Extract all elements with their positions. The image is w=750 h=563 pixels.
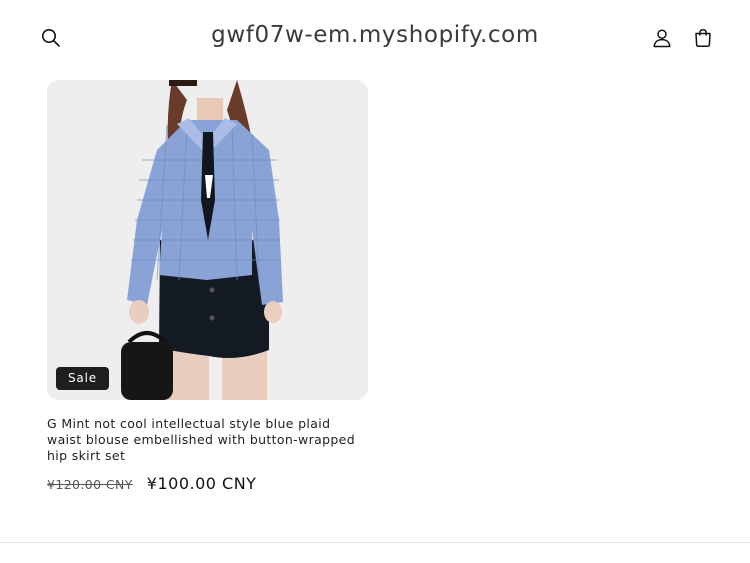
original-price: ¥120.00 CNY xyxy=(47,477,133,492)
footer-divider xyxy=(0,542,750,543)
sale-price: ¥100.00 CNY xyxy=(146,474,257,493)
account-button[interactable] xyxy=(648,24,676,52)
product-title[interactable]: G Mint not cool intellectual style blue … xyxy=(47,416,368,464)
site-title-link[interactable]: gwf07w-em.myshopify.com xyxy=(0,22,750,48)
cart-icon xyxy=(693,28,713,48)
cart-button[interactable] xyxy=(689,24,717,52)
product-image[interactable]: Sale xyxy=(47,80,368,400)
price-row: ¥120.00 CNY ¥100.00 CNY xyxy=(47,474,368,493)
site-header: gwf07w-em.myshopify.com xyxy=(0,0,750,76)
sale-badge: Sale xyxy=(56,367,109,390)
account-icon xyxy=(652,28,672,48)
product-card[interactable]: Sale G Mint not cool intellectual style … xyxy=(47,80,368,493)
